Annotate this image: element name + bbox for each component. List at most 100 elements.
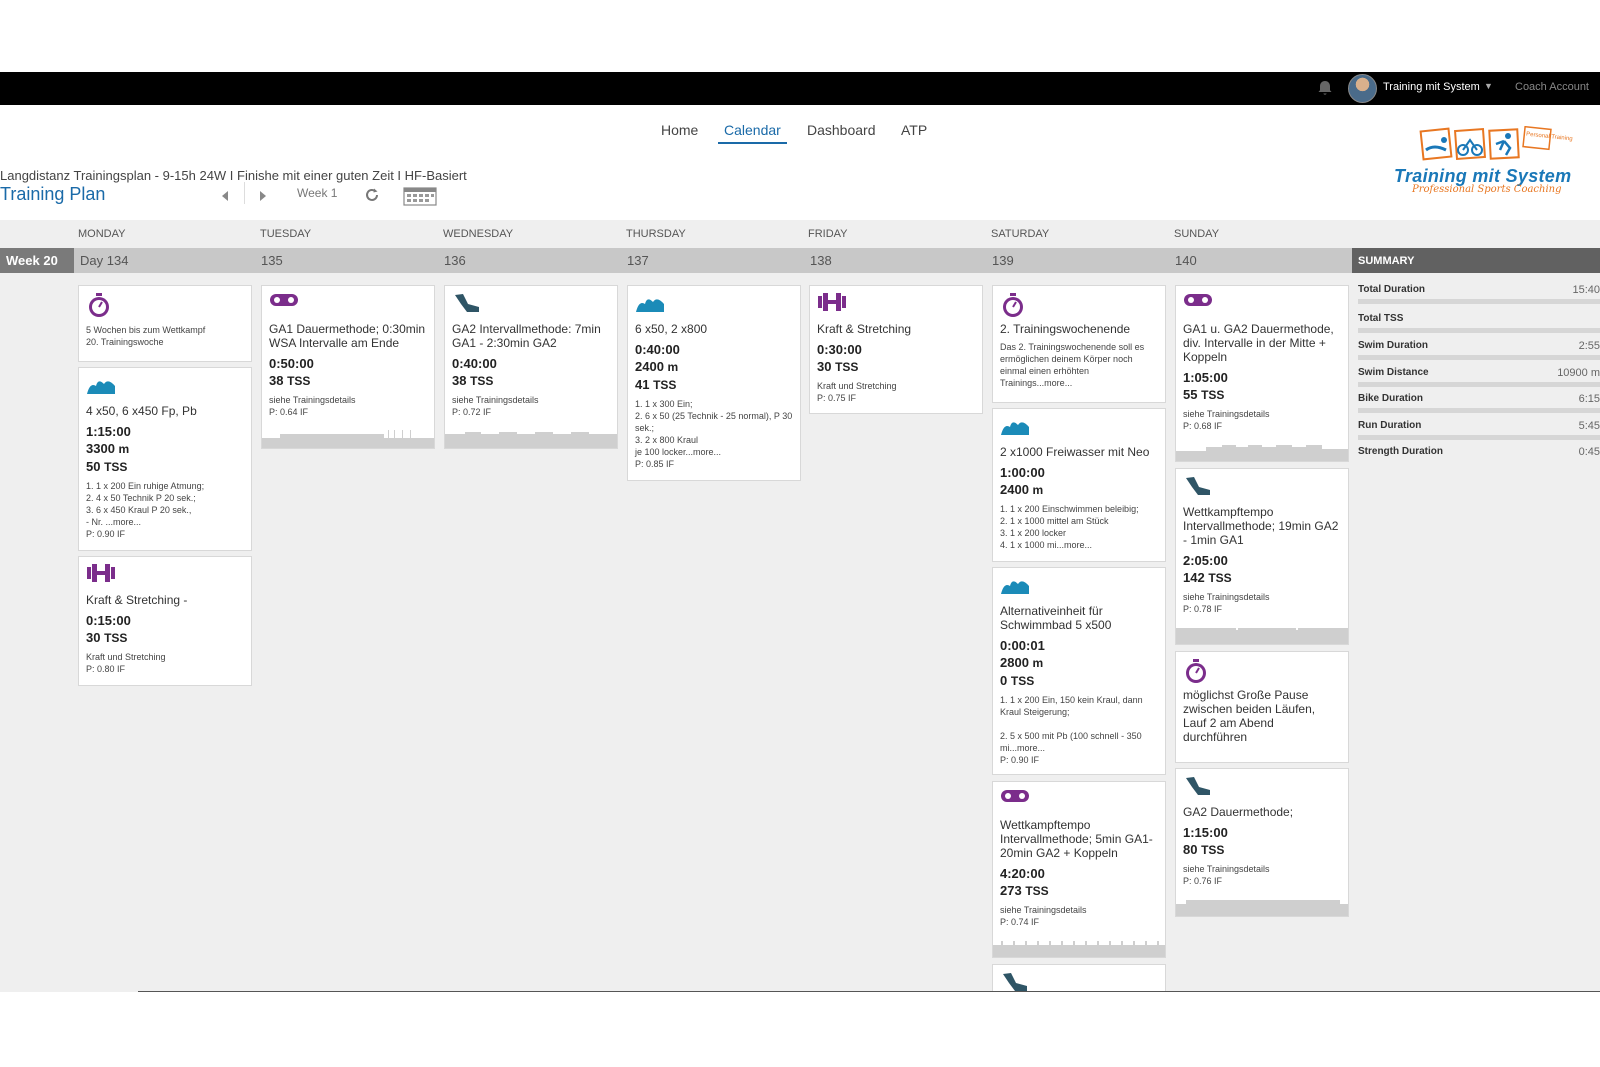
day-number: 135 (261, 253, 283, 268)
tss-unit: TSS (1025, 884, 1049, 898)
summary-header: SUMMARY (1352, 248, 1600, 273)
day-header-sunday: SUNDAY (1174, 228, 1220, 240)
workout-distance: 3300 (86, 441, 115, 456)
workout-tss: 50 (86, 459, 101, 474)
chevron-down-icon[interactable]: ▼ (1484, 81, 1493, 91)
swim-icon (1000, 574, 1030, 598)
swim-icon (1000, 415, 1030, 439)
workout-card[interactable]: 4 x50, 6 x450 Fp, Pb 1:15:00 3300 m 50 T… (78, 367, 252, 551)
next-week-icon[interactable] (258, 190, 268, 202)
workout-card[interactable]: GA1 u. GA2 Dauermethode, div. Intervalle… (1175, 285, 1349, 462)
workout-title: Alternativeinheit für Schwimmbad 5 x500 (1000, 604, 1112, 632)
workout-card[interactable]: Alternativeinheit für Schwimmbad 5 x500 … (992, 567, 1166, 775)
workout-title: 4 x50, 6 x450 Fp, Pb (86, 404, 197, 418)
workout-note: Kraft und Stretching (86, 652, 166, 662)
page-title: Training Plan (0, 184, 106, 204)
run-icon (452, 292, 482, 316)
brand-logo: Personal Training Training mit System Pr… (1392, 125, 1592, 202)
workout-card[interactable]: Kraft & Stretching 0:30:00 30 TSS Kraft … (809, 285, 983, 414)
tss-unit: TSS (104, 631, 128, 645)
workout-card[interactable]: möglichst Große Pause zwischen beiden Lä… (1175, 651, 1349, 763)
workout-duration: 1:15:00 (86, 424, 131, 439)
workout-tss: 38 (452, 373, 467, 388)
bike-icon (1183, 292, 1213, 316)
summary-bar (1358, 299, 1600, 304)
summary-bar (1358, 435, 1600, 440)
summary-value: 0:45 (1578, 446, 1600, 458)
workout-card[interactable]: 2. Trainingswochenende Das 2. Trainingsw… (992, 285, 1166, 403)
summary-value: 6:15 (1578, 393, 1600, 405)
bell-icon[interactable] (1316, 79, 1334, 97)
strength-icon (86, 563, 116, 587)
workout-card[interactable]: Wettkampftempo Intervallmethode; 19min G… (1175, 468, 1349, 645)
tss-unit: TSS (653, 378, 677, 392)
summary-value: 2:55 (1578, 340, 1600, 352)
calendar-icon[interactable] (403, 186, 437, 206)
workout-profile-graph (445, 432, 617, 448)
workout-card[interactable]: Kraft & Stretching - 0:15:00 30 TSS Kraf… (78, 556, 252, 686)
workout-intensity: P: 0.85 IF (635, 459, 675, 469)
refresh-icon[interactable] (364, 187, 380, 203)
divider (244, 182, 245, 204)
workout-note: siehe Trainingsdetails (1183, 592, 1270, 602)
summary-label: Total TSS (1358, 313, 1404, 324)
workout-note: 1. 1 x 200 Ein ruhige Atmung; 2. 4 x 50 … (86, 481, 205, 527)
workout-intensity: P: 0.78 IF (1183, 604, 1223, 614)
run-icon (1000, 971, 1030, 992)
strength-icon (817, 292, 847, 316)
workout-tss: 273 (1000, 883, 1022, 898)
user-name[interactable]: Training mit System (1383, 81, 1480, 93)
nav-home[interactable]: Home (661, 122, 698, 138)
workout-tss: 55 (1183, 387, 1198, 402)
avatar[interactable] (1348, 74, 1377, 103)
workout-intensity: P: 0.64 IF (269, 407, 309, 417)
week-label: Week 1 (297, 186, 338, 200)
workout-card[interactable]: GA2 Dauermethode; 1:15:00 80 TSS siehe T… (1175, 768, 1349, 917)
workout-note: 5 Wochen bis zum Wettkampf 20. Trainings… (86, 325, 206, 347)
workout-title: 6 x50, 2 x800 (635, 322, 708, 336)
workout-distance: 2400 (1000, 482, 1029, 497)
nav-dashboard[interactable]: Dashboard (807, 122, 876, 138)
day-header-monday: MONDAY (78, 228, 126, 240)
summary-label: Total Duration (1358, 284, 1426, 295)
day-number: Day 134 (80, 253, 129, 268)
workout-duration: 0:30:00 (817, 342, 862, 357)
day-number: 136 (444, 253, 466, 268)
top-bar: Training mit System ▼ Coach Account (0, 72, 1600, 105)
workout-card[interactable] (992, 964, 1166, 992)
day-header-tuesday: TUESDAY (260, 228, 312, 240)
workout-note: siehe Trainingsdetails (1000, 905, 1087, 915)
summary-bar (1358, 382, 1600, 387)
workout-duration: 1:05:00 (1183, 370, 1228, 385)
day-number: 138 (810, 253, 832, 268)
stopwatch-icon (1000, 292, 1030, 317)
workout-intensity: P: 0.74 IF (1000, 917, 1040, 927)
day-number: 139 (992, 253, 1014, 268)
workout-note: 1. 1 x 200 Ein, 150 kein Kraul, dann Kra… (1000, 695, 1143, 753)
sports-logo-icon (1419, 125, 1552, 161)
nav-atp[interactable]: ATP (901, 122, 927, 138)
workout-card[interactable]: 2 x1000 Freiwasser mit Neo 1:00:00 2400 … (992, 408, 1166, 562)
workout-card[interactable]: GA1 Dauermethode; 0:30min WSA Intervalle… (261, 285, 435, 449)
workout-card[interactable]: 6 x50, 2 x800 0:40:00 2400 m 41 TSS 1. 1… (627, 285, 801, 481)
summary-label: Swim Distance (1358, 367, 1429, 378)
main-nav: Home Calendar Dashboard ATP (0, 122, 1600, 144)
day-header-thursday: THURSDAY (626, 228, 686, 240)
nav-calendar[interactable]: Calendar (718, 122, 787, 144)
workout-card[interactable]: Wettkampftempo Intervallmethode; 5min GA… (992, 781, 1166, 958)
distance-unit: m (1032, 483, 1044, 497)
workout-profile-graph (1176, 628, 1348, 644)
summary-bar (1358, 408, 1600, 413)
workout-intensity: P: 0.72 IF (452, 407, 492, 417)
workout-tss: 0 (1000, 673, 1008, 688)
workout-card[interactable]: GA2 Intervallmethode: 7min GA1 - 2:30min… (444, 285, 618, 449)
distance-unit: m (1032, 656, 1044, 670)
workout-title: GA2 Intervallmethode: 7min GA1 - 2:30min… (452, 322, 601, 350)
workout-distance: 2400 (635, 359, 664, 374)
coach-account-link[interactable]: Coach Account (1515, 81, 1589, 93)
previous-week-icon[interactable] (220, 190, 230, 202)
workout-card[interactable]: 5 Wochen bis zum Wettkampf 20. Trainings… (78, 285, 252, 362)
workout-duration: 1:00:00 (1000, 465, 1045, 480)
plan-subtitle: Langdistanz Trainingsplan - 9-15h 24W I … (0, 168, 467, 183)
workout-note: 1. 1 x 200 Einschwimmen beleibig; 2. 1 x… (1000, 504, 1139, 550)
